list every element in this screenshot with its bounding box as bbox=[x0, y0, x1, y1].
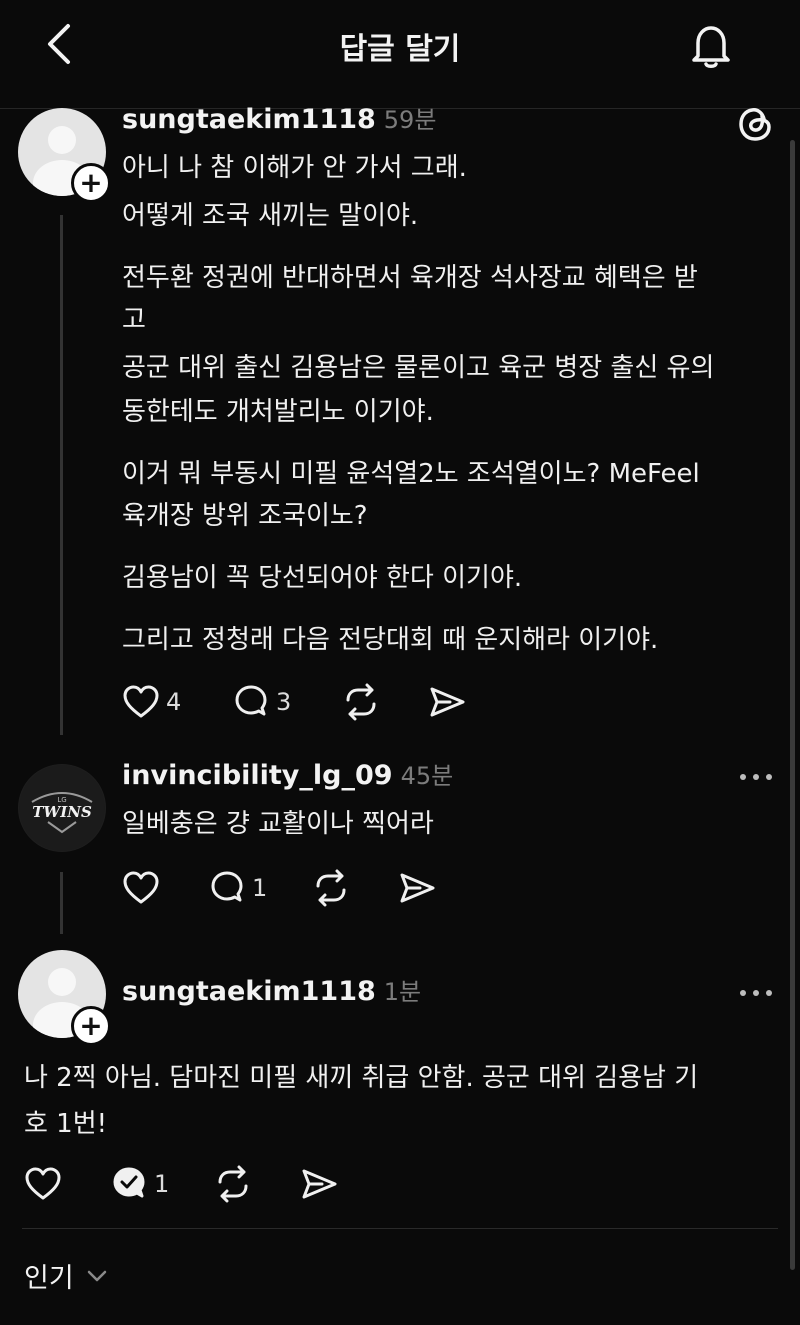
heart-icon bbox=[123, 685, 159, 718]
post-text-line: 이거 뭐 부동시 미필 윤석열2노 조석열이노? MeFeel bbox=[122, 459, 700, 489]
repost-icon bbox=[346, 683, 376, 721]
follow-button[interactable]: + bbox=[71, 163, 111, 203]
post-time: 59분 bbox=[383, 106, 437, 134]
more-button[interactable] bbox=[740, 982, 780, 1002]
share-button[interactable] bbox=[428, 682, 466, 722]
follow-button[interactable]: + bbox=[71, 1006, 111, 1046]
divider bbox=[22, 1228, 778, 1229]
scrollbar[interactable] bbox=[790, 140, 795, 1270]
username[interactable]: sungtaekim1118 59분 bbox=[122, 100, 436, 135]
post-text-line: 그리고 정청래 다음 전당대회 때 운지해라 이기야. bbox=[122, 625, 659, 655]
post-text-line: 나 2찍 아님. 담마진 미필 새끼 취급 안함. 공군 대위 김용남 기 bbox=[24, 1063, 699, 1093]
svg-text:TWINS: TWINS bbox=[32, 803, 92, 821]
post-time: 45분 bbox=[400, 762, 454, 790]
reply-count: 1 bbox=[154, 1170, 170, 1198]
repost-button[interactable] bbox=[214, 1164, 252, 1204]
notifications-button[interactable] bbox=[686, 20, 736, 70]
comment-icon bbox=[211, 871, 243, 902]
post-text-line: 동한테도 개처발리노 이기야. bbox=[122, 397, 434, 427]
post-text-line: 어떻게 조국 새끼는 말이야. bbox=[122, 201, 419, 231]
sort-dropdown[interactable]: 인기 bbox=[24, 1256, 108, 1295]
avatar[interactable]: LG TWINS bbox=[18, 764, 106, 852]
username[interactable]: invincibility_lg_09 45분 bbox=[122, 756, 453, 791]
more-button[interactable] bbox=[740, 766, 780, 786]
like-button[interactable] bbox=[24, 1164, 62, 1204]
post-text-line: 일베충은 걍 교활이나 찍어라 bbox=[122, 809, 434, 839]
share-button[interactable] bbox=[398, 868, 436, 908]
post-text-line: 육개장 방위 조국이노? bbox=[122, 501, 368, 531]
like-count: 4 bbox=[166, 688, 182, 716]
comment-icon bbox=[235, 685, 267, 716]
thread-line bbox=[60, 215, 63, 735]
repost-button[interactable] bbox=[342, 682, 380, 722]
repost-button[interactable] bbox=[312, 868, 350, 908]
heart-icon bbox=[25, 1167, 61, 1200]
like-button[interactable] bbox=[122, 868, 160, 908]
post-text-line: 호 1번! bbox=[24, 1109, 108, 1139]
post-text-line: 아니 나 참 이해가 안 가서 그래. bbox=[122, 153, 467, 183]
reply-count: 1 bbox=[252, 874, 268, 902]
reply-count: 3 bbox=[276, 688, 292, 716]
username-text: invincibility_lg_09 bbox=[122, 760, 393, 791]
username-text: sungtaekim1118 bbox=[122, 104, 376, 135]
post-text-line: 고 bbox=[122, 305, 146, 335]
twins-logo: LG TWINS bbox=[19, 765, 105, 851]
bell-icon bbox=[692, 26, 730, 68]
replied-icon bbox=[113, 1167, 145, 1198]
reply-button[interactable]: 1 bbox=[208, 868, 267, 908]
repost-icon bbox=[316, 869, 346, 907]
post-time: 1분 bbox=[383, 978, 422, 1006]
reply-button[interactable]: 3 bbox=[232, 682, 291, 722]
share-icon bbox=[302, 1169, 337, 1199]
page-title: 답글 달기 bbox=[339, 32, 461, 67]
heart-icon bbox=[123, 871, 159, 904]
share-button[interactable] bbox=[300, 1164, 338, 1204]
top-bar: 답글 달기 bbox=[0, 0, 800, 109]
sort-label: 인기 bbox=[24, 1263, 74, 1294]
post-text-line: 전두환 정권에 반대하면서 육개장 석사장교 혜택은 받 bbox=[122, 263, 698, 293]
share-icon bbox=[430, 687, 465, 717]
reply-button[interactable]: 1 bbox=[110, 1164, 169, 1204]
post-text-line: 공군 대위 출신 김용남은 물론이고 육군 병장 출신 유의 bbox=[122, 353, 715, 383]
threads-logo-icon bbox=[739, 108, 771, 141]
post-text-line: 김용남이 꼭 당선되어야 한다 이기야. bbox=[122, 563, 523, 593]
repost-icon bbox=[218, 1165, 248, 1203]
username[interactable]: sungtaekim1118 1분 bbox=[122, 972, 421, 1007]
chevron-down-icon bbox=[87, 1270, 106, 1281]
username-text: sungtaekim1118 bbox=[122, 976, 376, 1007]
like-button[interactable]: 4 bbox=[122, 682, 181, 722]
thread-line bbox=[60, 872, 63, 934]
share-icon bbox=[400, 873, 435, 903]
